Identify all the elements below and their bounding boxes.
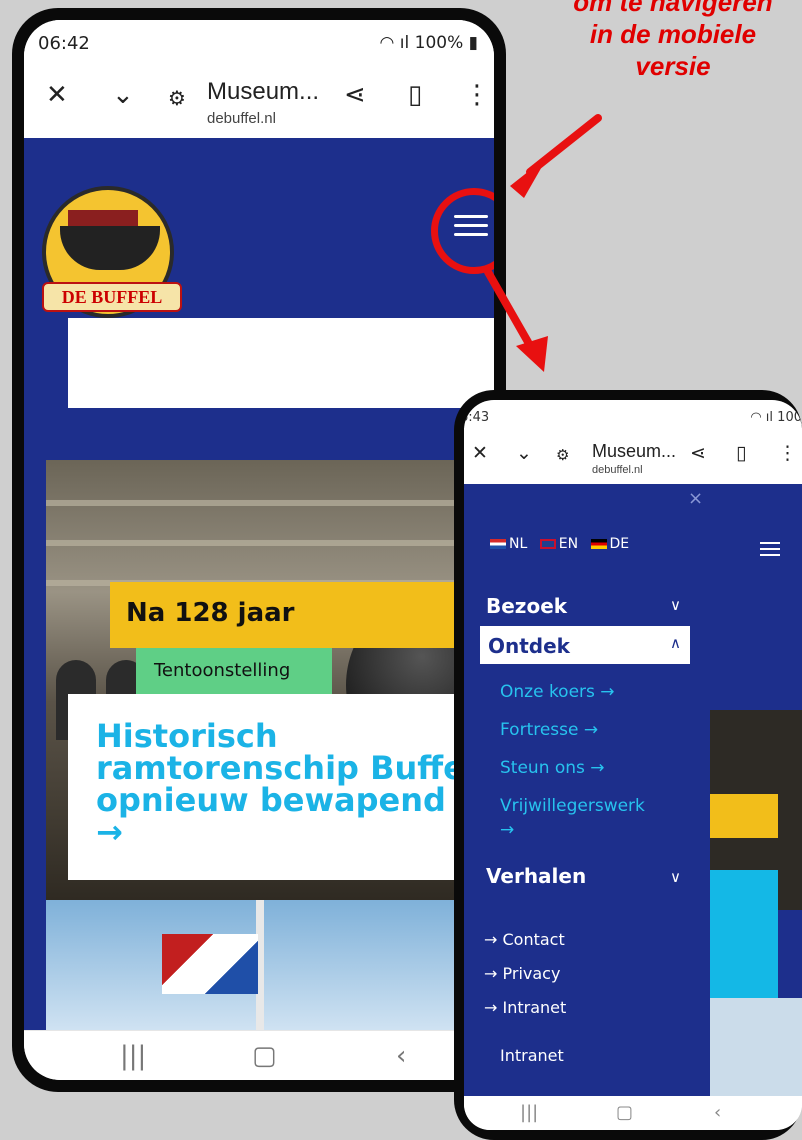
home-icon[interactable]: ▢: [616, 1102, 633, 1123]
mobile-nav-menu: × NL EN DE Bezoek ∨ Ontdek ∧ Onze koers …: [464, 484, 710, 1096]
lang-en[interactable]: EN: [539, 536, 591, 552]
browser-toolbar-2: ✕ ⌄ ⚙ Museum... debuffel.nl ⋖ ▯ ⋮: [464, 428, 802, 484]
submenu-steun-ons[interactable]: Steun ons →: [500, 758, 605, 778]
footer-link-privacy[interactable]: → Privacy: [484, 964, 560, 983]
submenu-onze-koers[interactable]: Onze koers →: [500, 682, 615, 702]
page-behind-menu: [710, 484, 802, 1096]
nl-flag-icon: [490, 539, 506, 549]
bookmark-icon[interactable]: ▯: [736, 442, 746, 464]
chevron-down-icon[interactable]: ∨: [670, 596, 681, 614]
status-time-2: 6:43: [464, 410, 490, 425]
recent-apps-icon[interactable]: |||: [520, 1102, 538, 1123]
battery-level-2: ◠ ıl 100: [750, 410, 802, 425]
close-icon[interactable]: ✕: [472, 442, 488, 464]
page-url-2[interactable]: debuffel.nl: [592, 464, 643, 476]
chevron-down-icon[interactable]: ⌄: [516, 442, 532, 464]
close-menu-icon[interactable]: ×: [688, 488, 703, 509]
footer-link-contact[interactable]: → Contact: [484, 930, 565, 949]
android-nav-bar-2: ||| ▢ ‹: [464, 1096, 802, 1130]
menu-item-verhalen[interactable]: Verhalen: [486, 864, 586, 888]
back-icon[interactable]: ‹: [714, 1102, 721, 1123]
de-flag-icon: [590, 539, 607, 549]
wifi-signal-icon: ◠ ıl: [750, 410, 778, 425]
submenu-arrow[interactable]: →: [500, 820, 514, 840]
menu-item-ontdek-label: Ontdek: [488, 634, 570, 658]
share-icon[interactable]: ⋖: [690, 442, 706, 464]
arrow-head-2: [516, 336, 548, 372]
menu-item-bezoek[interactable]: Bezoek: [486, 594, 567, 618]
language-switcher: NL EN DE: [490, 536, 637, 552]
arrow-head-1: [510, 156, 548, 198]
menu-item-ontdek[interactable]: Ontdek ∧: [480, 626, 690, 664]
phone-screen-menu: 6:43 ◠ ıl 100 ✕ ⌄ ⚙ Museum... debuffel.n…: [464, 400, 802, 1130]
hamburger-menu-icon[interactable]: [760, 542, 780, 556]
page-title-2: Museum...: [592, 441, 677, 461]
more-menu-icon[interactable]: ⋮: [778, 442, 797, 464]
chevron-up-icon[interactable]: ∧: [670, 634, 681, 652]
intranet-link[interactable]: Intranet: [500, 1046, 564, 1065]
submenu-vrijwilligerswerk[interactable]: Vrijwillegerswerk: [500, 796, 645, 816]
lang-de[interactable]: DE: [590, 536, 638, 552]
site-settings-icon[interactable]: ⚙: [556, 446, 569, 464]
status-bar-2: 6:43 ◠ ıl 100: [464, 400, 802, 428]
footer-link-intranet[interactable]: → Intranet: [484, 998, 566, 1017]
chevron-down-icon[interactable]: ∨: [670, 868, 681, 886]
uk-flag-icon: [539, 539, 556, 549]
lang-nl[interactable]: NL: [490, 536, 540, 552]
submenu-fortresse[interactable]: Fortresse →: [500, 720, 598, 740]
phone-frame-menu: 6:43 ◠ ıl 100 ✕ ⌄ ⚙ Museum... debuffel.n…: [454, 390, 802, 1140]
